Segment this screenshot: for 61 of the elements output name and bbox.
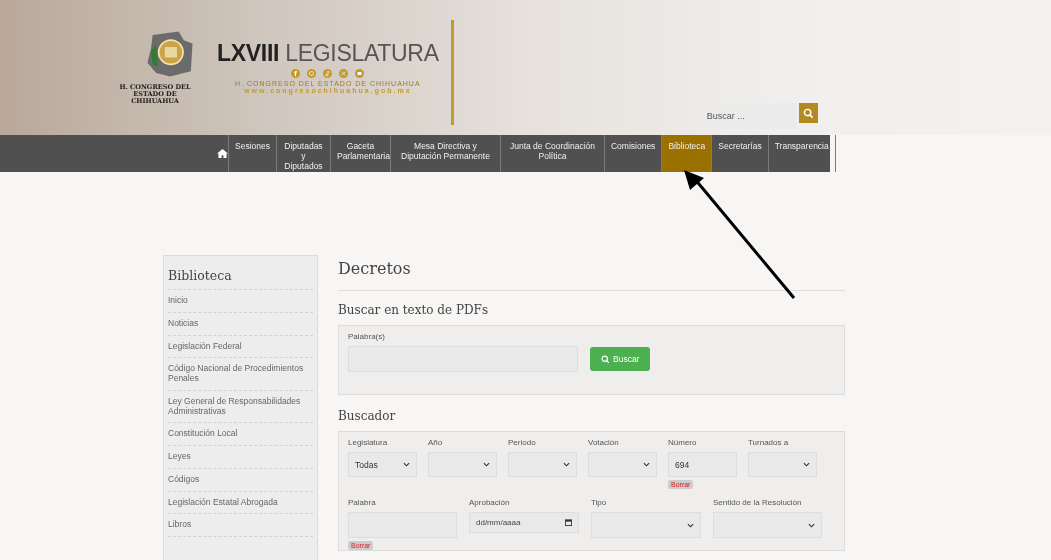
chevron-down-icon — [643, 462, 650, 467]
dropdown[interactable]: Todas — [348, 452, 417, 477]
search-icon — [802, 107, 814, 119]
page-title: Decretos — [338, 259, 412, 278]
nav-tab[interactable]: Junta de Coordinación Política — [499, 135, 604, 172]
sidebar-link[interactable]: Constitución Local — [168, 423, 313, 447]
chevron-down-icon — [403, 462, 410, 467]
dropdown[interactable] — [591, 512, 701, 538]
field-label: Aprobación — [469, 498, 510, 507]
dropdown[interactable] — [748, 452, 817, 477]
nav-tab[interactable]: Sesiones — [228, 135, 276, 172]
sidebar-link[interactable]: Leyes — [168, 446, 313, 469]
field-label: Periodo — [508, 438, 536, 447]
chevron-down-icon — [803, 462, 810, 467]
search-button[interactable]: Buscar — [590, 347, 651, 371]
dropdown[interactable] — [508, 452, 577, 477]
chevron-down-icon — [563, 462, 570, 467]
chevron-down-icon — [483, 462, 490, 467]
nav-tab[interactable]: Biblioteca — [661, 135, 712, 172]
nav-tab[interactable]: Mesa Directiva y Diputación Permanente — [389, 135, 500, 172]
sidebar-link[interactable]: Código Nacional de Procedimientos Penales — [168, 358, 313, 391]
tiktok-icon[interactable] — [323, 69, 333, 78]
field-label: Legislatura — [348, 438, 388, 447]
field-label: Palabra — [348, 498, 376, 507]
facebook-icon[interactable] — [291, 69, 301, 78]
instagram-icon[interactable] — [307, 69, 317, 78]
search-button[interactable] — [798, 103, 818, 123]
home-icon — [217, 149, 228, 158]
legislature-title: LXVIII LEGISLATURA — [217, 40, 439, 67]
field-label: Número — [668, 438, 697, 447]
field-label: Sentido de la Resolución — [713, 498, 802, 507]
chevron-down-icon — [808, 522, 815, 528]
search-field[interactable]: Buscar ... — [698, 103, 797, 129]
nav-tab[interactable]: Transparencia — [767, 135, 836, 172]
section-heading: Buscar en texto de PDFs — [338, 303, 490, 317]
sidebar-link[interactable]: Legislación Federal — [168, 335, 313, 359]
x-logo-icon[interactable] — [339, 69, 349, 78]
field-label: Palabra(s) — [348, 332, 386, 341]
sidebar-link[interactable]: Noticias — [168, 312, 313, 336]
sidebar-link[interactable]: Códigos — [168, 468, 313, 492]
field-label: Votación — [588, 438, 619, 447]
field-label: Año — [428, 438, 443, 447]
input-field[interactable]: 694 — [668, 452, 737, 477]
sidebar-title: Biblioteca — [168, 262, 313, 290]
dropdown[interactable] — [588, 452, 657, 477]
sidebar-link[interactable]: Inicio — [168, 290, 313, 313]
field-label: Tipo — [591, 498, 607, 507]
sidebar-link[interactable]: Ley General de Responsabilidades Administrativas — [168, 390, 313, 424]
nav-tab[interactable]: Diputadas y Diputados — [275, 135, 330, 172]
sidebar-link[interactable]: Legislación Estatal Abrogada — [168, 491, 313, 515]
field-label: Turnados a — [748, 438, 789, 447]
nav-tab[interactable]: Secretarías — [711, 135, 768, 172]
calendar-icon — [565, 519, 572, 526]
dropdown[interactable] — [713, 512, 822, 538]
sidebar-link[interactable]: Libros — [168, 514, 313, 538]
nav-tab[interactable]: Gaceta Parlamentaria — [329, 135, 390, 172]
date-field[interactable]: dd/mm/aaaa — [469, 512, 579, 533]
dropdown[interactable] — [428, 452, 497, 477]
search-icon — [601, 354, 610, 364]
chevron-down-icon — [687, 522, 694, 528]
section-heading: Buscador — [338, 409, 397, 423]
